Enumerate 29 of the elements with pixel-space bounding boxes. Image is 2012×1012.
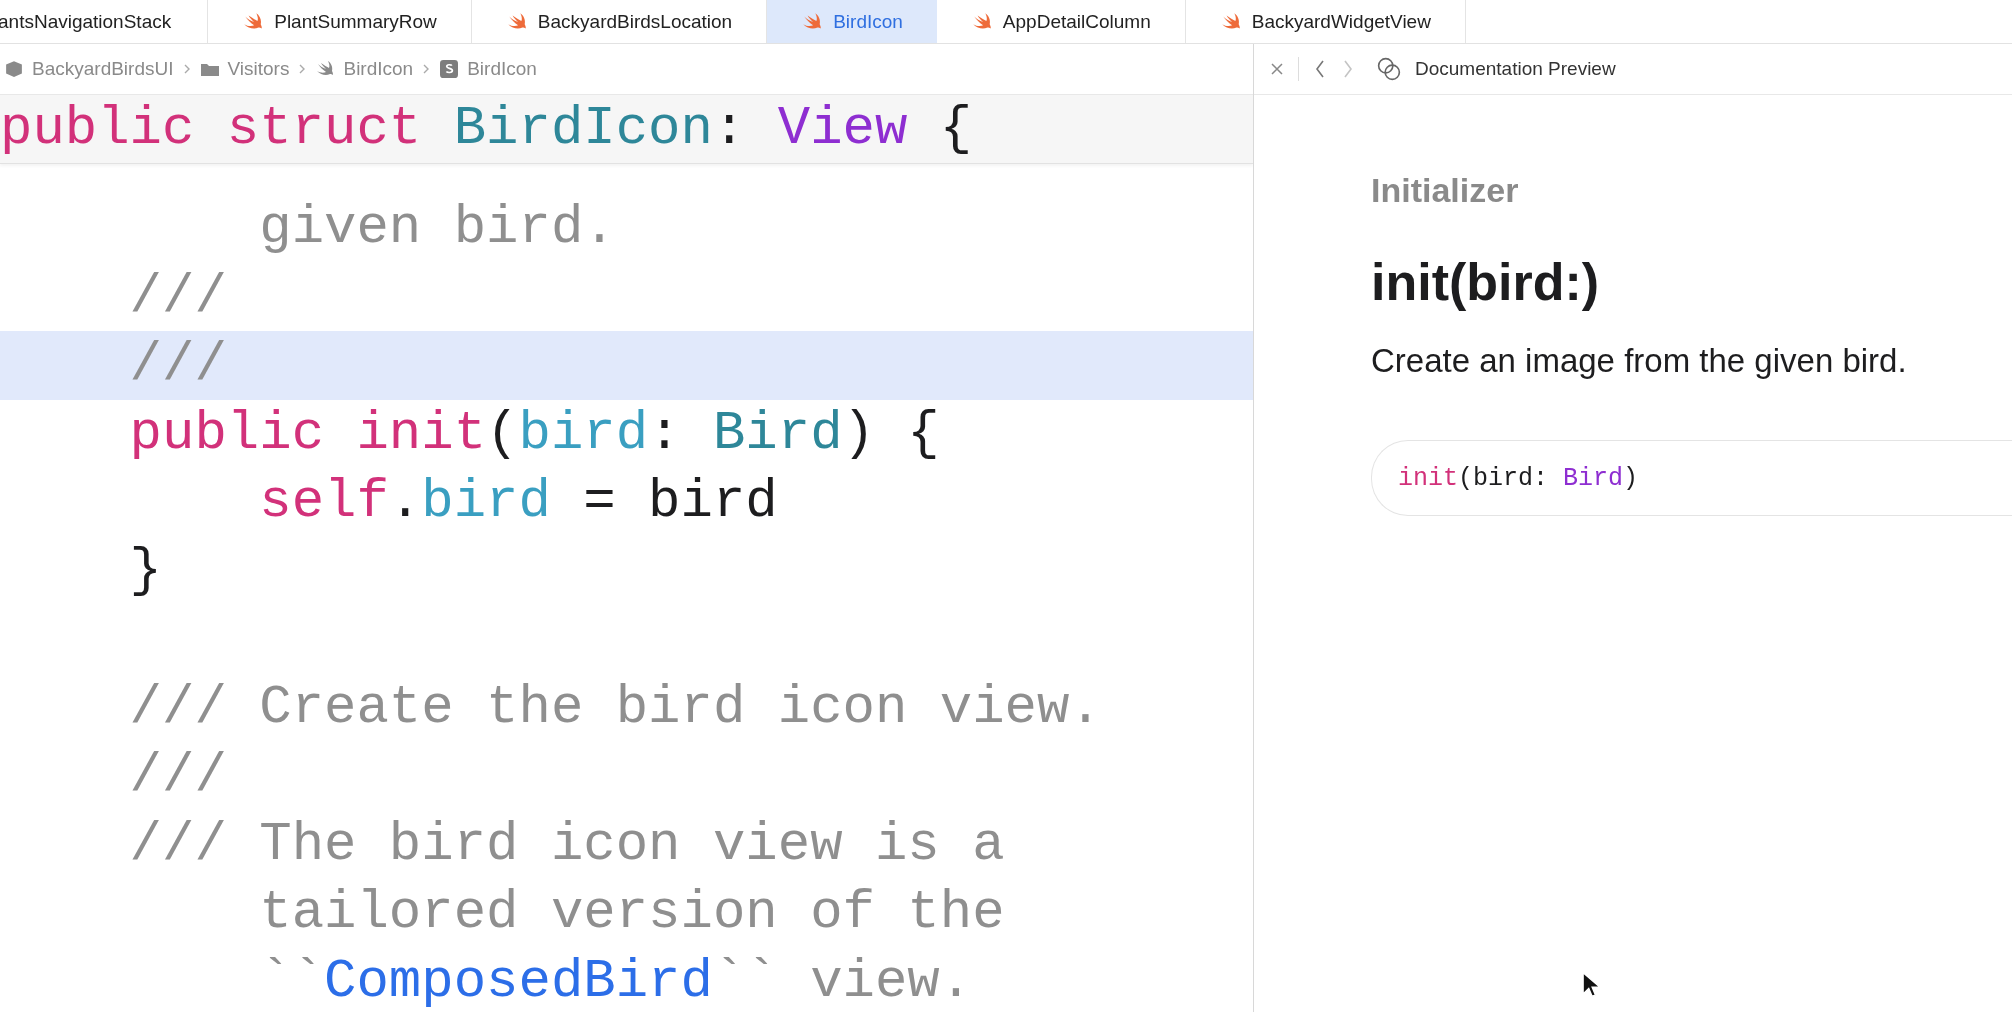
cursor-icon — [1582, 971, 1600, 999]
symbol-abstract: Create an image from the given bird. — [1371, 342, 1908, 380]
editor-tab[interactable]: BackyardWidgetView — [1185, 0, 1466, 43]
package-icon — [4, 60, 24, 78]
editor-tab[interactable]: PlantSummaryRow — [208, 0, 472, 43]
symbol-title: init(bird:) — [1371, 252, 1601, 312]
code-line: self.bird = bird — [258, 470, 779, 534]
panel-title: Documentation Preview — [1415, 58, 1616, 80]
editor-tab[interactable]: BirdIcon — [767, 0, 937, 43]
code-line: tailored version of the — [258, 881, 1006, 945]
code-line: given bird. — [258, 196, 617, 260]
swift-icon — [315, 60, 336, 78]
declaration-code: init(bird: Bird) — [1398, 463, 1639, 493]
code-line: /// The bird icon view is a — [128, 812, 1006, 877]
struct-icon — [439, 60, 460, 78]
symbol-kind: Initializer — [1371, 171, 1520, 210]
back-icon[interactable] — [1313, 60, 1327, 78]
code-line: ``ComposedBird`` view. — [258, 949, 974, 1012]
code-line: } — [128, 538, 164, 603]
code-line: /// Create the bird icon view. — [128, 675, 1103, 740]
chevron-icon — [299, 64, 306, 74]
code-line: /// — [128, 744, 228, 808]
chevron-icon — [423, 64, 430, 74]
documentation-icon — [1377, 57, 1401, 81]
code-line: /// — [128, 264, 228, 329]
editor-tab[interactable]: AppDetailColumn — [936, 0, 1186, 43]
breadcrumb-item[interactable]: Visitors — [199, 58, 290, 80]
chevron-icon — [183, 64, 190, 74]
code-line: public init(bird: Bird) { — [128, 401, 941, 466]
